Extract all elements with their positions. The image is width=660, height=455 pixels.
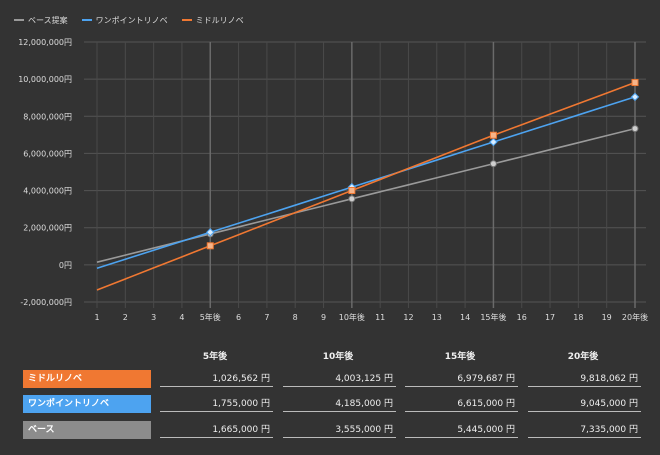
x-tick-label: 18 [573, 313, 583, 322]
data-point [348, 187, 356, 195]
data-point [631, 79, 639, 87]
x-tick-label: 7 [264, 313, 269, 322]
table-cell: 5,445,000 円 [405, 422, 518, 438]
table-cell: 1,026,562 円 [160, 371, 273, 387]
table-header-15y: 15年後 [444, 352, 476, 362]
x-tick-label: 6 [236, 313, 241, 322]
table-cell: 1,755,000 円 [160, 396, 273, 412]
y-tick-label: 0円 [59, 261, 72, 270]
data-point [489, 160, 497, 168]
table-cell: 3,555,000 円 [283, 422, 396, 438]
x-tick-label: 9 [321, 313, 326, 322]
x-tick-label: 16 [517, 313, 527, 322]
y-tick-label: 10,000,000円 [18, 75, 72, 84]
x-tick-label: 17 [545, 313, 555, 322]
series-line [96, 96, 636, 269]
x-tick-label: 4 [179, 313, 184, 322]
y-tick-label: 4,000,000円 [23, 187, 72, 196]
x-tick-label: 8 [293, 313, 298, 322]
x-tick-label: 3 [151, 313, 156, 322]
table-cell: 9,045,000 円 [528, 396, 641, 412]
data-point [489, 131, 497, 139]
line-chart: 12,000,000円10,000,000円8,000,000円6,000,00… [18, 38, 648, 322]
x-tick-label: 19 [602, 313, 612, 322]
x-tick-label: 20年後 [622, 312, 648, 322]
table-cell: 7,335,000 円 [528, 422, 641, 438]
series-line [96, 81, 636, 291]
table-cell: 9,818,062 円 [528, 371, 641, 387]
y-tick-label: 12,000,000円 [18, 38, 72, 47]
x-tick-label: 11 [375, 313, 385, 322]
table-cell: 4,003,125 円 [283, 371, 396, 387]
x-tick-label: 10年後 [339, 312, 365, 322]
x-tick-label: 15年後 [480, 312, 506, 322]
x-tick-label: 1 [94, 313, 99, 322]
y-tick-label: 8,000,000円 [23, 112, 72, 121]
data-point [489, 137, 498, 147]
row-label-middle-renovation: ミドルリノベ [23, 370, 151, 388]
row-label-onepoint-renovation: ワンポイントリノベ [23, 395, 151, 413]
table-cell: 6,979,687 円 [405, 371, 518, 387]
x-tick-label: 14 [460, 313, 470, 322]
table-cell: 6,615,000 円 [405, 396, 518, 412]
data-point [630, 92, 640, 102]
x-tick-label: 12 [403, 313, 413, 322]
y-tick-label: -2,000,000円 [20, 298, 72, 307]
x-tick-label: 5年後 [200, 312, 221, 322]
y-tick-label: 6,000,000円 [23, 149, 72, 158]
table-header-10y: 10年後 [322, 352, 354, 362]
data-point [631, 125, 639, 133]
table-cell: 1,665,000 円 [160, 422, 273, 438]
x-tick-label: 13 [432, 313, 442, 322]
table-cell: 4,185,000 円 [283, 396, 396, 412]
data-point [206, 242, 214, 250]
table-header-20y: 20年後 [567, 352, 599, 362]
data-point [348, 195, 356, 203]
row-label-base: ベース [23, 421, 151, 439]
x-tick-label: 2 [123, 313, 128, 322]
y-tick-label: 2,000,000円 [23, 224, 72, 233]
table-header-5y: 5年後 [202, 352, 228, 362]
